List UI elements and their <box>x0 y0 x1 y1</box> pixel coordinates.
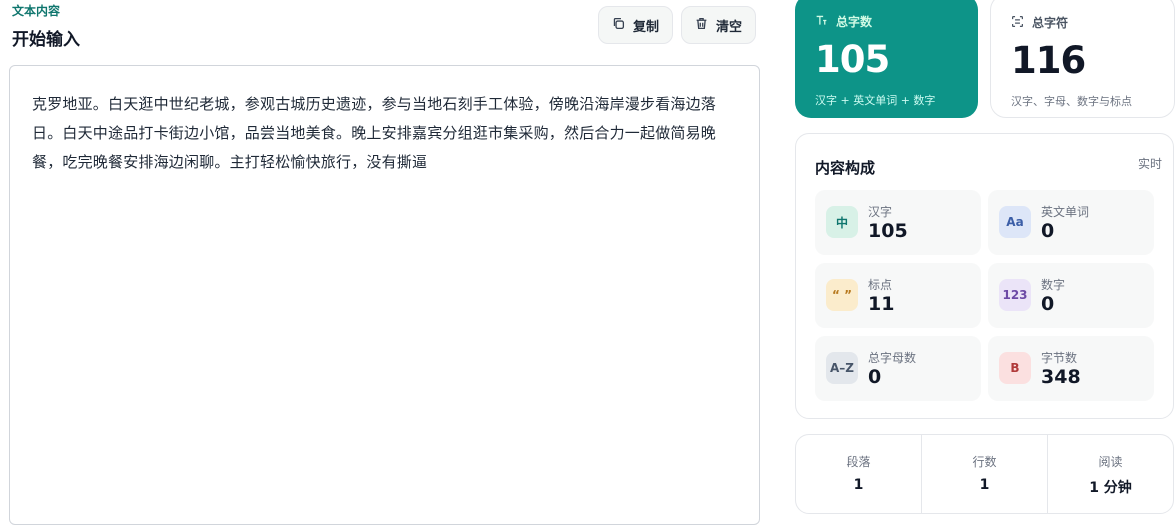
stat-label: 数字 <box>1041 278 1066 292</box>
trash-icon <box>695 17 708 34</box>
stat-value: 0 <box>1041 220 1055 242</box>
stat-bytes: B 字节数 348 <box>988 336 1154 401</box>
meta-label: 段落 <box>846 455 871 469</box>
meta-card: 段落 1 行数 1 阅读 1 分钟 <box>795 434 1174 514</box>
scan-text-icon <box>1011 15 1024 31</box>
text-input-area[interactable]: 克罗地亚。白天逛中世纪老城，参观古城历史遗迹，参与当地石刻手工体验，傍晚沿海岸漫… <box>9 65 760 525</box>
stat-letters: A–Z 总字母数 0 <box>815 336 981 401</box>
clear-button-label: 清空 <box>715 19 742 35</box>
bytes-icon: B <box>999 352 1031 384</box>
meta-label: 行数 <box>972 455 997 469</box>
quote-icon: “ ” <box>826 279 858 311</box>
stat-value: 0 <box>1041 293 1055 315</box>
stat-value: 348 <box>1041 366 1081 388</box>
stat-value: 0 <box>868 366 882 388</box>
stat-label: 标点 <box>868 278 893 292</box>
total-chars-label: 总字符 <box>1032 16 1069 30</box>
stat-label: 字节数 <box>1041 351 1078 365</box>
meta-value: 1 <box>853 477 864 493</box>
meta-reading-time: 阅读 1 分钟 <box>1047 435 1173 513</box>
meta-paragraphs: 段落 1 <box>796 435 921 513</box>
total-chars-value: 116 <box>1011 39 1086 82</box>
stat-english-words: Aa 英文单词 0 <box>988 190 1154 255</box>
meta-value: 1 <box>979 477 990 493</box>
stat-label: 汉字 <box>868 205 893 219</box>
total-words-card: 总字数 105 汉字 + 英文单词 + 数字 <box>795 0 978 118</box>
meta-value: 1 分钟 <box>1089 480 1132 496</box>
meta-label: 阅读 <box>1098 455 1123 469</box>
stat-value: 11 <box>868 293 895 315</box>
chinese-char-icon: 中 <box>826 206 858 238</box>
total-chars-sub: 汉字、字母、数字与标点 <box>1011 95 1132 108</box>
total-words-sub: 汉字 + 英文单词 + 数字 <box>815 94 936 107</box>
copy-icon <box>612 17 625 34</box>
stat-label: 英文单词 <box>1041 205 1090 219</box>
number-icon: 123 <box>999 279 1031 311</box>
composition-title: 内容构成 <box>815 159 876 177</box>
realtime-badge: 实时 <box>1137 157 1162 171</box>
stat-value: 105 <box>868 220 908 242</box>
meta-lines: 行数 1 <box>921 435 1047 513</box>
clear-button[interactable]: 清空 <box>681 6 756 44</box>
text-content[interactable]: 克罗地亚。白天逛中世纪老城，参观古城历史遗迹，参与当地石刻手工体验，傍晚沿海岸漫… <box>32 90 744 177</box>
total-words-label: 总字数 <box>836 15 873 29</box>
copy-button[interactable]: 复制 <box>598 6 673 44</box>
english-word-icon: Aa <box>999 206 1031 238</box>
total-words-value: 105 <box>815 38 890 81</box>
total-chars-card: 总字符 116 汉字、字母、数字与标点 <box>990 0 1175 118</box>
stat-label: 总字母数 <box>868 351 917 365</box>
section-kicker: 文本内容 <box>12 4 61 18</box>
stat-numbers: 123 数字 0 <box>988 263 1154 328</box>
text-size-icon <box>815 14 828 30</box>
page-title: 开始输入 <box>12 30 80 50</box>
composition-card: 内容构成 实时 中 汉字 105 Aa 英文单词 0 “ ” 标点 11 123… <box>795 133 1174 419</box>
stat-punctuation: “ ” 标点 11 <box>815 263 981 328</box>
stat-chinese-chars: 中 汉字 105 <box>815 190 981 255</box>
copy-button-label: 复制 <box>632 19 659 35</box>
letters-icon: A–Z <box>826 352 858 384</box>
